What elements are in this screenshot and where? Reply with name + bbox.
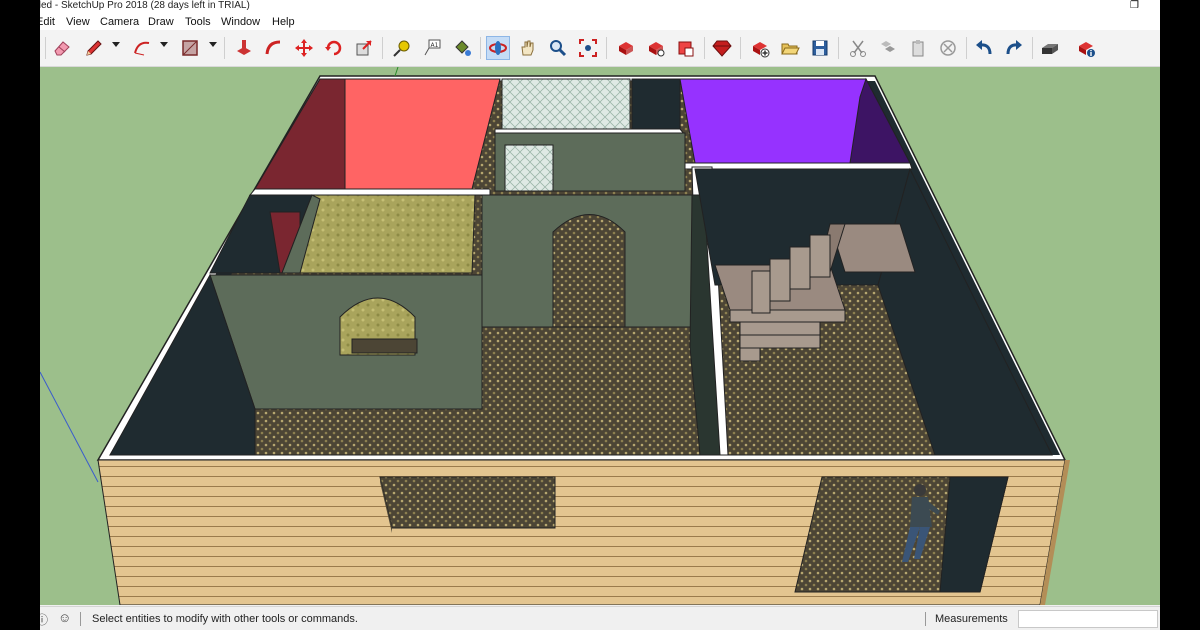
- move-icon[interactable]: [292, 36, 316, 60]
- tape-measure-icon[interactable]: [390, 36, 414, 60]
- warehouse-icon[interactable]: [614, 36, 638, 60]
- status-hint: Select entities to modify with other too…: [92, 613, 358, 625]
- small-room-dark: [631, 78, 681, 130]
- scale-icon[interactable]: [352, 36, 376, 60]
- bathroom-tile: [501, 78, 631, 130]
- save-icon[interactable]: [808, 36, 832, 60]
- new-icon[interactable]: [748, 36, 772, 60]
- menu-help[interactable]: Help: [272, 14, 295, 30]
- share-model-icon[interactable]: [644, 36, 668, 60]
- inner-wall-white-3: [678, 162, 913, 170]
- model-info-icon[interactable]: [1074, 36, 1098, 60]
- green-axis-line: [394, 67, 399, 77]
- letterbox-right: [1160, 0, 1200, 630]
- measurements-label: Measurements: [935, 613, 1008, 625]
- eraser-icon[interactable]: [50, 36, 74, 60]
- orbit-icon[interactable]: [486, 36, 510, 60]
- measurements-input[interactable]: [1018, 610, 1158, 628]
- zoom-extents-icon[interactable]: [576, 36, 600, 60]
- house-model[interactable]: [40, 67, 1070, 605]
- user-account-icon[interactable]: ☺: [58, 610, 71, 625]
- copy-icon[interactable]: [876, 36, 900, 60]
- rectangle-icon[interactable]: [178, 36, 202, 60]
- geo-location-icon[interactable]: ⓘ: [40, 611, 48, 628]
- arc-icon[interactable]: [130, 36, 154, 60]
- arc-dropdown-icon[interactable]: [160, 42, 168, 47]
- erase-icon[interactable]: [936, 36, 960, 60]
- menu-bar: Edit View Camera Draw Tools Window Help: [40, 14, 1160, 30]
- cut-icon[interactable]: [846, 36, 870, 60]
- extension-warehouse-icon[interactable]: [674, 36, 698, 60]
- menu-draw[interactable]: Draw: [148, 14, 174, 30]
- menu-view[interactable]: View: [66, 14, 90, 30]
- redo-icon[interactable]: [1002, 36, 1026, 60]
- sketchup-window: tled - SketchUp Pro 2018 (28 days left i…: [40, 0, 1160, 630]
- zoom-icon[interactable]: [546, 36, 570, 60]
- print-icon[interactable]: [1038, 36, 1062, 60]
- arch-window-sill: [351, 338, 418, 354]
- menu-window[interactable]: Window: [221, 14, 260, 30]
- room-red-left-wall: [254, 78, 346, 190]
- pencil-dropdown-icon[interactable]: [112, 42, 120, 47]
- follow-me-icon[interactable]: [262, 36, 286, 60]
- blue-axis-line: [40, 371, 99, 483]
- text-icon[interactable]: A1: [420, 36, 444, 60]
- menu-edit[interactable]: Edit: [40, 14, 55, 30]
- paint-bucket-icon[interactable]: [450, 36, 474, 60]
- open-icon[interactable]: [778, 36, 802, 60]
- ruby-icon[interactable]: [710, 36, 734, 60]
- rectangle-dropdown-icon[interactable]: [209, 42, 217, 47]
- menu-camera[interactable]: Camera: [100, 14, 139, 30]
- model-viewport[interactable]: [40, 67, 1160, 605]
- toolbar-grip: [45, 37, 46, 59]
- status-bar: ⓘ ☺ Select entities to modify with other…: [40, 606, 1160, 630]
- pencil-icon[interactable]: [82, 36, 106, 60]
- arched-doorway: [552, 214, 626, 328]
- svg-text:A1: A1: [431, 42, 439, 49]
- front-window: [379, 476, 556, 529]
- large-toolset: A1: [40, 30, 1160, 67]
- title-bar: tled - SketchUp Pro 2018 (28 days left i…: [40, 0, 1160, 14]
- undo-icon[interactable]: [972, 36, 996, 60]
- bathroom-window: [504, 144, 554, 192]
- pan-icon[interactable]: [516, 36, 540, 60]
- restore-window-icon[interactable]: ❐: [1130, 0, 1139, 12]
- paste-icon[interactable]: [906, 36, 930, 60]
- rotate-icon[interactable]: [322, 36, 346, 60]
- push-pull-icon[interactable]: [232, 36, 256, 60]
- menu-tools[interactable]: Tools: [185, 14, 211, 30]
- window-title: tled - SketchUp Pro 2018 (28 days left i…: [40, 0, 250, 11]
- letterbox-left: [0, 0, 40, 630]
- inner-wall-white-1: [248, 188, 491, 196]
